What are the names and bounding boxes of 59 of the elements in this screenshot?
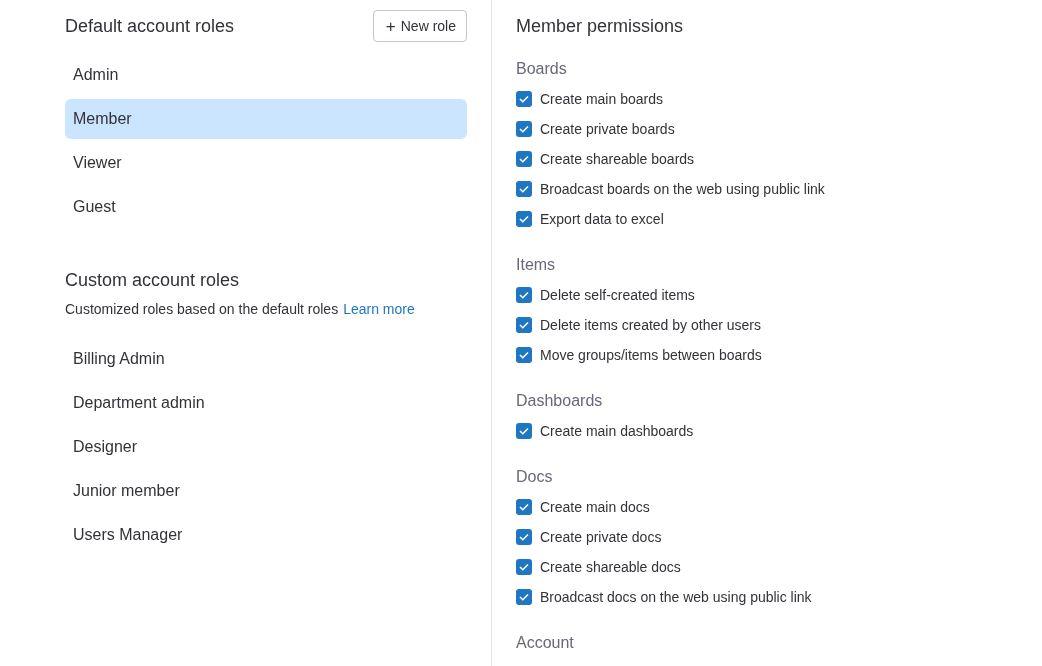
checkbox[interactable] <box>516 499 532 515</box>
checkbox[interactable] <box>516 121 532 137</box>
checkbox[interactable] <box>516 317 532 333</box>
check-icon <box>519 321 529 329</box>
section-title: Default account roles <box>65 15 235 38</box>
check-icon <box>519 155 529 163</box>
checkbox[interactable] <box>516 211 532 227</box>
new-role-button[interactable]: + New role <box>372 10 467 42</box>
role-item[interactable]: Designer <box>65 427 467 467</box>
role-item[interactable]: Department admin <box>65 383 467 423</box>
learn-more-link[interactable]: Learn more <box>343 301 415 317</box>
role-item[interactable]: Admin <box>65 55 467 95</box>
permission-label: Broadcast docs on the web using public link <box>540 589 812 605</box>
section-title: Custom account roles <box>65 269 241 292</box>
check-icon <box>519 291 529 299</box>
check-icon <box>519 533 529 541</box>
permission-label: Delete items created by other users <box>540 317 761 333</box>
checkbox[interactable] <box>516 559 532 575</box>
check-icon <box>519 503 529 511</box>
checkbox[interactable] <box>516 91 532 107</box>
permission-label: Create main docs <box>540 499 650 515</box>
check-icon <box>519 185 529 193</box>
checkbox[interactable] <box>516 151 532 167</box>
permission-label: Delete self-created items <box>540 287 695 303</box>
role-item[interactable]: Member <box>65 99 467 139</box>
permission-label: Broadcast boards on the web using public link <box>540 181 825 197</box>
permission-label: Create shareable boards <box>540 151 695 167</box>
section-description: Customized roles based on the default roles Learn more <box>65 300 416 319</box>
permission-label: Move groups/items between boards <box>540 347 762 363</box>
role-item[interactable]: Users Manager <box>65 515 467 555</box>
checkbox[interactable] <box>516 423 532 439</box>
role-item[interactable]: Billing Admin <box>65 339 467 379</box>
panel-title: Member permissions <box>516 15 685 38</box>
group-title: Docs <box>516 467 554 487</box>
permission-label: Export data to excel <box>540 211 664 227</box>
role-item[interactable]: Viewer <box>65 143 467 183</box>
permission-label: Create private boards <box>540 121 675 137</box>
group-title: Items <box>516 255 557 275</box>
permission-label: Create shareable docs <box>540 559 681 575</box>
checkbox[interactable] <box>516 347 532 363</box>
check-icon <box>519 215 529 223</box>
checkbox[interactable] <box>516 589 532 605</box>
group-title: Boards <box>516 59 568 79</box>
checkbox[interactable] <box>516 181 532 197</box>
role-item[interactable]: Junior member <box>65 471 467 511</box>
group-title: Dashboards <box>516 391 604 411</box>
check-icon <box>519 125 529 133</box>
check-icon <box>519 351 529 359</box>
role-item[interactable]: Guest <box>65 187 467 227</box>
group-title: Account <box>516 633 575 653</box>
permission-label: Create main dashboards <box>540 423 694 439</box>
check-icon <box>519 95 529 103</box>
permission-label: Create main boards <box>540 91 663 107</box>
check-icon <box>519 563 529 571</box>
permission-label: Create private docs <box>540 529 662 545</box>
checkbox[interactable] <box>516 287 532 303</box>
checkbox[interactable] <box>516 529 532 545</box>
check-icon <box>519 427 529 435</box>
check-icon <box>519 593 529 601</box>
